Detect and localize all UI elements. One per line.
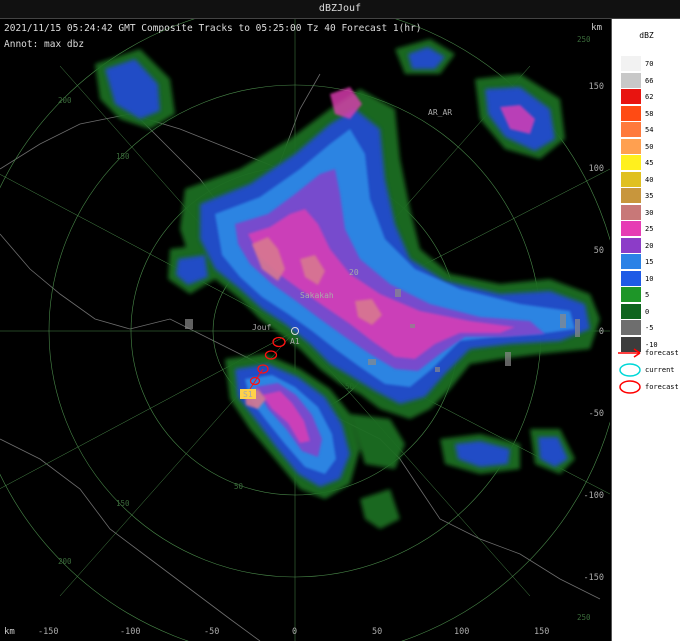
x-axis-ticks: -150 -100 -50 0 50 100 150	[38, 627, 549, 637]
track-legend-icons	[618, 348, 641, 394]
svg-text:200: 200	[58, 557, 72, 566]
place-jouf: Jouf	[252, 323, 271, 332]
place-sakakah: Sakakah	[300, 291, 334, 300]
red-arrow-icon	[618, 348, 641, 358]
svg-text:200: 200	[58, 96, 72, 105]
svg-text:100: 100	[589, 164, 604, 174]
radar-echoes	[95, 39, 600, 529]
track-label-current: current	[645, 366, 675, 374]
cyan-ellipse-icon	[619, 363, 641, 377]
svg-text:-150: -150	[38, 627, 58, 637]
svg-text:150: 150	[116, 152, 130, 161]
track-label-forecast: forecast	[645, 383, 679, 391]
svg-text:50: 50	[372, 627, 382, 637]
title-bar: dBZJouf	[0, 0, 680, 19]
svg-text:250: 250	[577, 35, 591, 44]
svg-text:-100: -100	[584, 491, 604, 501]
unit-label: km	[4, 627, 15, 637]
svg-text:100: 100	[454, 627, 469, 637]
annotation-label: Annot: max dbz	[4, 39, 85, 50]
svg-text:250: 250	[577, 613, 591, 622]
svg-text:-100: -100	[120, 627, 140, 637]
color-legend: dBZ 70 66 62 58 54 50 45 40 35 30 25 20 15 10 5 0 -5 -10 …	[611, 19, 680, 641]
svg-text:150: 150	[116, 499, 130, 508]
svg-text:-50: -50	[204, 627, 219, 637]
red-ellipse-icon	[619, 380, 641, 394]
place-ar-ar: AR_AR	[428, 108, 452, 117]
svg-text:150: 150	[534, 627, 549, 637]
radar-display[interactable]: 50 150 200 50 150 200 250 250	[0, 19, 610, 641]
storm-label-a1: A1	[290, 337, 300, 346]
svg-text:50: 50	[594, 246, 604, 256]
unit-label: km	[591, 23, 602, 33]
track-label-forecast: forecast	[645, 349, 679, 357]
radar-map[interactable]: 50 150 200 50 150 200 250 250	[0, 19, 610, 641]
header-timestamp: 2021/11/15 05:24:42 GMT Composite Tracks…	[4, 23, 422, 34]
storm-label-s1: S1	[243, 390, 253, 399]
storm-label-20: 20	[349, 268, 359, 277]
svg-text:150: 150	[589, 82, 604, 92]
window-title: dBZJouf	[318, 3, 362, 14]
svg-text:-50: -50	[589, 409, 604, 419]
svg-text:0: 0	[292, 627, 297, 637]
svg-text:0: 0	[599, 327, 604, 337]
svg-text:50: 50	[234, 482, 244, 491]
svg-text:-150: -150	[584, 573, 604, 583]
